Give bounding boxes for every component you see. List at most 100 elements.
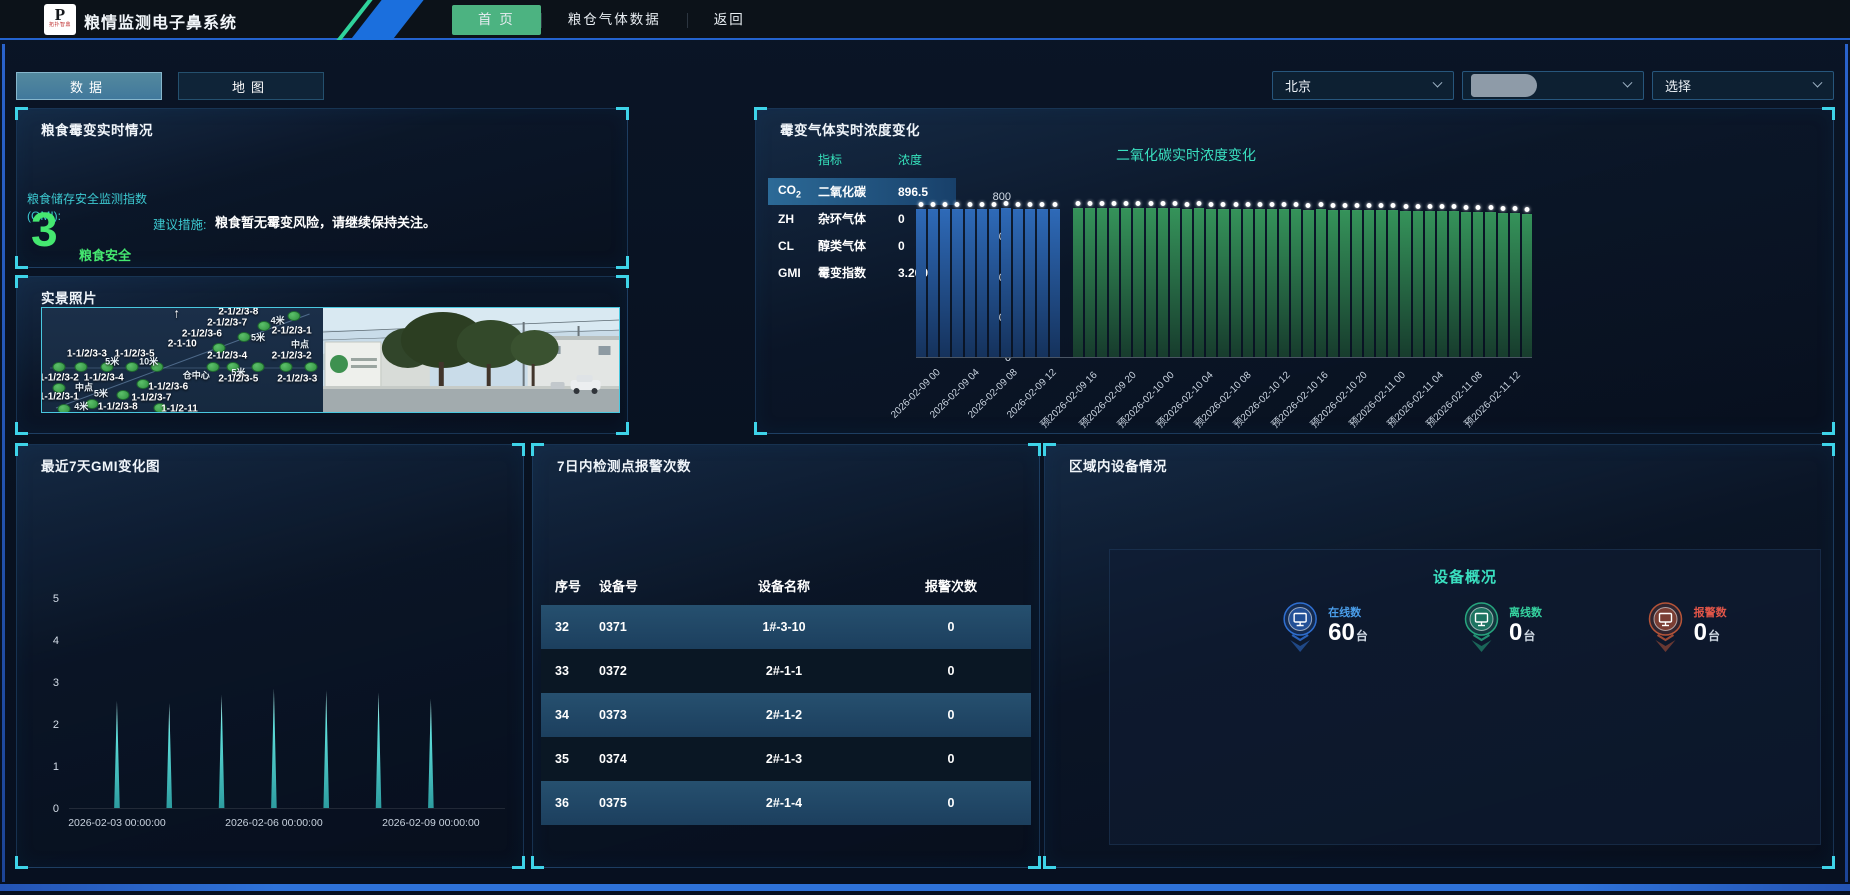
panel-corner-decoration — [1028, 443, 1041, 456]
data-point-dot — [1136, 201, 1141, 206]
device-stat-unit: 台 — [1708, 629, 1720, 643]
app-title: 粮情监测电子鼻系统 — [84, 9, 237, 33]
predicted-bar — [1267, 209, 1277, 357]
predicted-bar — [1522, 214, 1532, 357]
y-tick-label: 0 — [33, 803, 59, 815]
actual-bar — [928, 209, 938, 357]
alarm-cell: 0371 — [597, 620, 697, 634]
logo-icon: P — [44, 4, 76, 23]
gas-name: 杂环气体 — [818, 210, 898, 227]
data-point-dot — [1100, 201, 1105, 206]
device-stat-unit: 台 — [1356, 629, 1368, 643]
sensor-map-image[interactable]: ↑2-1/2/3-84米2-1/2/3-72-1/2/3-12-1/2/3-65… — [42, 308, 323, 412]
data-point-dot — [1464, 205, 1469, 210]
panel-corner-decoration — [15, 256, 28, 269]
city-select[interactable]: 北京 — [1272, 71, 1454, 100]
warehouse-select[interactable] — [1462, 71, 1644, 100]
panel-gas-concentration: 霉变气体实时浓度变化 指标 浓度 CO2二氧化碳896.5ZH杂环气体0CL醇类… — [755, 108, 1834, 434]
device-stat-label: 报警数 — [1694, 604, 1727, 620]
sensor-dot — [75, 362, 88, 372]
panel-corner-decoration — [512, 443, 525, 456]
data-point-dot — [1415, 204, 1420, 209]
alarm-table-row[interactable]: 3403732#-1-20 — [541, 693, 1031, 737]
y-tick-label: 3 — [33, 677, 59, 689]
data-point-dot — [1160, 201, 1165, 206]
predicted-bar — [1255, 209, 1265, 357]
predicted-bar — [1243, 209, 1253, 357]
data-view-button[interactable]: 数据 — [16, 72, 162, 100]
gas-code: GMI — [768, 266, 818, 280]
panel-corner-decoration — [1043, 443, 1056, 456]
alarm-cell: 0374 — [597, 752, 697, 766]
panel-corner-decoration — [616, 275, 629, 288]
panel-corner-decoration — [15, 443, 28, 456]
map-view-button[interactable]: 地图 — [178, 72, 324, 100]
app-logo: P 拓扑智鼎 — [44, 4, 76, 35]
sensor-label: 1-1/2/3-3 — [67, 348, 107, 359]
tab-home[interactable]: 首 页 — [452, 5, 541, 35]
point-select[interactable]: 选择 — [1652, 71, 1834, 100]
bottom-accent-bar — [0, 884, 1850, 891]
alarm-table-header: 序号设备号设备名称报警次数 — [541, 565, 1031, 605]
panel-corner-decoration — [754, 422, 767, 435]
predicted-bar — [1218, 209, 1228, 357]
street-photo[interactable] — [323, 308, 619, 412]
data-point-dot — [919, 202, 924, 207]
predicted-bar — [1231, 209, 1241, 357]
sensor-label: 2-1/2/3-6 — [182, 329, 222, 340]
map-annotation: 5米 — [94, 387, 108, 400]
y-tick-label: 1 — [33, 761, 59, 773]
panel-corner-decoration — [512, 856, 525, 869]
panel-corner-decoration — [15, 275, 28, 288]
device-stat-text: 报警数0台 — [1694, 600, 1727, 646]
alarm-cell: 32 — [541, 620, 597, 634]
alarm-cell: 0 — [871, 752, 1031, 766]
predicted-bar — [1449, 211, 1459, 357]
sensor-label: 2-1/2/3-7 — [207, 317, 247, 328]
nav-swoosh-decoration — [290, 0, 450, 40]
device-stat-text: 在线数60台 — [1328, 600, 1368, 646]
gas-table-header: 指标 浓度 — [768, 147, 956, 178]
data-point-dot — [1524, 207, 1529, 212]
tab-granary-gas-data[interactable]: 粮仓气体数据 — [542, 5, 687, 35]
data-point-dot — [1185, 202, 1190, 207]
actual-bar — [916, 209, 926, 357]
alarm-cell: 0372 — [597, 664, 697, 678]
sensor-label: 1-1/2/3-8 — [98, 401, 138, 412]
alarm-table-row[interactable]: 3203711#-3-100 — [541, 605, 1031, 649]
alarm-table-row[interactable]: 3303722#-1-10 — [541, 649, 1031, 693]
panel-title: 实景照片 — [41, 287, 97, 307]
panel-title: 区域内设备情况 — [1069, 455, 1167, 475]
alarm-cell: 34 — [541, 708, 597, 722]
alarm-header-cell: 设备号 — [597, 576, 697, 595]
co2-chart-plot — [916, 197, 1532, 358]
device-stat-value: 0台 — [1509, 620, 1542, 646]
sensor-label: 2-1/2/3-1 — [272, 325, 312, 336]
data-point-dot — [1221, 202, 1226, 207]
actual-bar — [965, 209, 975, 357]
data-point-dot — [1391, 203, 1396, 208]
data-point-dot — [991, 202, 996, 207]
data-point-dot — [1112, 201, 1117, 206]
alarm-table-row[interactable]: 3603752#-1-40 — [541, 781, 1031, 825]
predicted-bar — [1352, 210, 1362, 357]
alarm-header-cell: 序号 — [541, 576, 597, 595]
predicted-bar — [1194, 208, 1204, 357]
panel-mold-status: 粮食霉变实时情况 粮食储存安全监测指数 (GMI): 3 粮食安全 建议措施: … — [16, 108, 628, 268]
data-point-dot — [943, 202, 948, 207]
data-point-dot — [1282, 202, 1287, 207]
data-point-dot — [1197, 201, 1202, 206]
x-tick-label: 2026-02-06 00:00:00 — [225, 817, 323, 829]
tab-back[interactable]: 返回 — [688, 5, 771, 35]
data-point-dot — [1052, 202, 1057, 207]
alarm-table-row[interactable]: 3503742#-1-30 — [541, 737, 1031, 781]
data-point-dot — [1500, 206, 1505, 211]
left-accent-edge — [2, 44, 5, 882]
data-point-dot — [1209, 202, 1214, 207]
device-overview-box: 设备概况 在线数60台离线数0台报警数0台 — [1109, 549, 1821, 845]
predicted-bar — [1473, 212, 1483, 357]
actual-bar — [940, 209, 950, 357]
panel-region-devices: 区域内设备情况 设备概况 在线数60台离线数0台报警数0台 — [1044, 444, 1834, 868]
data-point-dot — [1306, 203, 1311, 208]
data-point-dot — [1087, 201, 1092, 206]
